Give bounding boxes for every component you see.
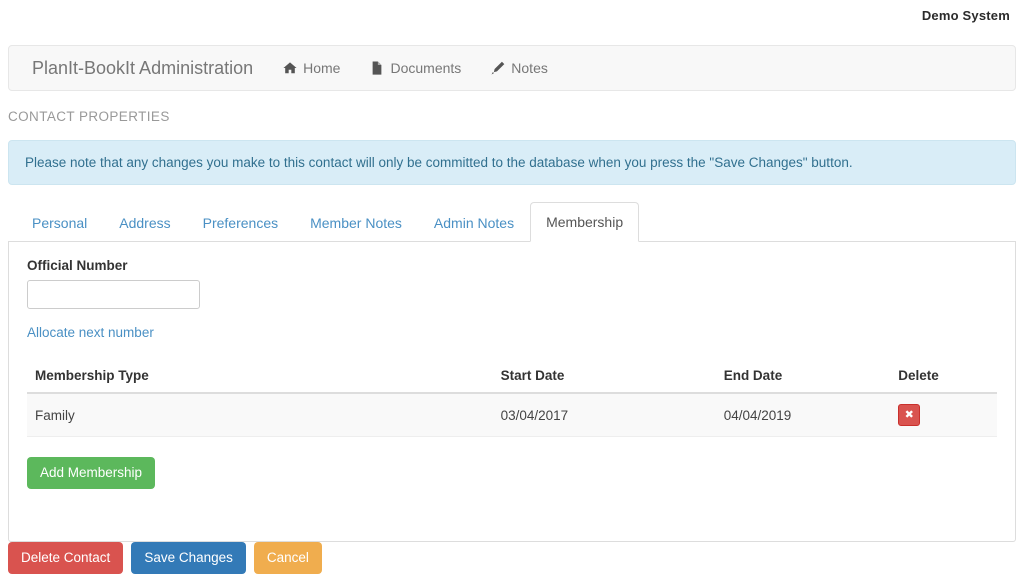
table-row: Family 03/04/2017 04/04/2019 ✖: [27, 393, 997, 437]
delete-membership-button[interactable]: ✖: [898, 404, 921, 426]
home-icon: [283, 61, 297, 75]
contact-properties-page: Demo System PlanIt-BookIt Administration…: [0, 0, 1024, 582]
nav-link-notes[interactable]: Notes: [476, 60, 563, 76]
tab-member-notes[interactable]: Member Notes: [294, 203, 418, 242]
delete-contact-button[interactable]: Delete Contact: [8, 542, 124, 574]
pencil-icon: [491, 61, 505, 75]
membership-table-body: Family 03/04/2017 04/04/2019 ✖: [27, 393, 997, 437]
system-label: Demo System: [921, 7, 1010, 23]
save-changes-button[interactable]: Save Changes: [131, 542, 246, 574]
column-header-membership-type: Membership Type: [27, 360, 493, 394]
cancel-button[interactable]: Cancel: [253, 542, 322, 574]
page-title: CONTACT PROPERTIES: [8, 109, 170, 124]
table-header-row: Membership Type Start Date End Date Dele…: [27, 360, 997, 394]
navbar-links: Home Documents Notes: [268, 60, 563, 76]
nav-link-documents[interactable]: Documents: [355, 60, 476, 76]
nav-link-documents-label: Documents: [390, 60, 462, 76]
top-bar: Demo System: [0, 0, 1024, 30]
nav-link-home-label: Home: [303, 60, 341, 76]
tab-personal[interactable]: Personal: [16, 203, 103, 242]
membership-panel: Official Number Allocate next number Mem…: [8, 242, 1016, 542]
tab-membership[interactable]: Membership: [530, 202, 640, 242]
main-navbar: PlanIt-BookIt Administration Home Docume…: [8, 45, 1016, 91]
nav-link-notes-label: Notes: [511, 60, 548, 76]
membership-table-head: Membership Type Start Date End Date Dele…: [27, 360, 997, 394]
column-header-delete: Delete: [890, 360, 997, 394]
cell-membership-type: Family: [27, 393, 493, 437]
column-header-end-date: End Date: [715, 360, 891, 394]
official-number-input[interactable]: [27, 280, 200, 309]
add-membership-button[interactable]: Add Membership: [27, 457, 156, 489]
cell-start-date: 03/04/2017: [492, 393, 716, 437]
document-icon: [370, 61, 384, 75]
column-header-start-date: Start Date: [492, 360, 716, 394]
nav-link-home[interactable]: Home: [268, 60, 355, 76]
tab-list: Personal Address Preferences Member Note…: [8, 202, 1016, 242]
membership-table: Membership Type Start Date End Date Dele…: [27, 360, 997, 437]
allocate-next-number-link[interactable]: Allocate next number: [27, 325, 154, 340]
cell-delete: ✖: [890, 393, 997, 437]
cell-end-date: 04/04/2019: [715, 393, 891, 437]
official-number-label: Official Number: [27, 258, 128, 273]
tab-address[interactable]: Address: [103, 203, 186, 242]
app-brand-title: PlanIt-BookIt Administration: [32, 58, 254, 78]
footer-button-bar: Delete Contact Save Changes Cancel: [8, 542, 322, 574]
info-alert: Please note that any changes you make to…: [8, 140, 1016, 185]
tab-admin-notes[interactable]: Admin Notes: [418, 203, 530, 242]
add-membership-container: Add Membership: [27, 457, 997, 489]
tabs-container: Personal Address Preferences Member Note…: [8, 202, 1016, 542]
tab-preferences[interactable]: Preferences: [187, 203, 294, 242]
